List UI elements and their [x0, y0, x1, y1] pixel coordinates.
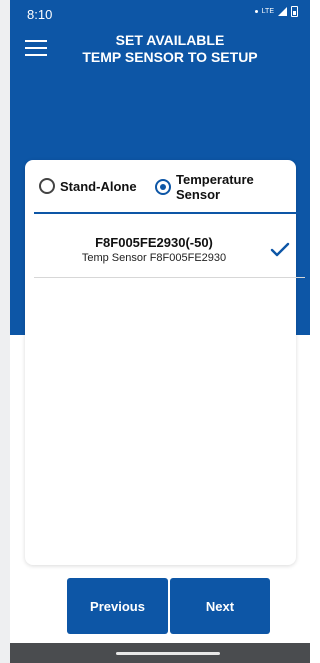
radio-stand-alone-label: Stand-Alone [60, 178, 137, 194]
notification-dot-icon [254, 10, 258, 13]
checkmark-icon [270, 242, 290, 257]
next-button[interactable]: Next [170, 578, 270, 634]
sensor-selection-card: Stand-Alone Temperature Sensor F8F005FE2… [25, 160, 305, 565]
previous-button[interactable]: Previous [67, 578, 168, 634]
network-type-label: LTE [261, 8, 274, 15]
signal-icon [278, 7, 287, 16]
radio-temperature-label-line1: Temperature [176, 172, 254, 187]
radio-stand-alone[interactable]: Stand-Alone [39, 178, 137, 194]
home-gesture-handle[interactable] [116, 652, 220, 655]
status-bar: 8:10 LTE [10, 0, 310, 28]
hamburger-menu-icon[interactable] [25, 40, 47, 56]
system-navigation-bar [10, 643, 310, 663]
app-screen: 8:10 LTE SET AVAILABLE TEMP SENSOR TO SE… [10, 0, 310, 663]
sensor-subtitle: Temp Sensor F8F005FE2930 [81, 252, 227, 264]
screen-edge [310, 0, 320, 663]
radio-temperature-label-line2: Sensor [176, 187, 221, 202]
radio-unselected-icon [39, 178, 55, 194]
page-title-line1: SET AVAILABLE [115, 32, 225, 48]
status-time: 8:10 [27, 7, 53, 22]
status-icons: LTE [254, 6, 298, 17]
selector-underline [34, 212, 304, 214]
radio-temperature-sensor-label: Temperature Sensor [176, 172, 254, 202]
sensor-name: F8F005FE2930(-50) [95, 235, 213, 250]
mode-selector: Stand-Alone Temperature Sensor [25, 160, 296, 215]
radio-selected-icon [155, 179, 171, 195]
battery-icon [291, 6, 298, 17]
sensor-list-item[interactable]: F8F005FE2930(-50) Temp Sensor F8F005FE29… [34, 225, 305, 278]
page-title-line2: TEMP SENSOR TO SETUP [82, 49, 258, 65]
radio-temperature-sensor[interactable]: Temperature Sensor [155, 172, 254, 202]
page-title: SET AVAILABLE TEMP SENSOR TO SETUP [70, 32, 270, 66]
